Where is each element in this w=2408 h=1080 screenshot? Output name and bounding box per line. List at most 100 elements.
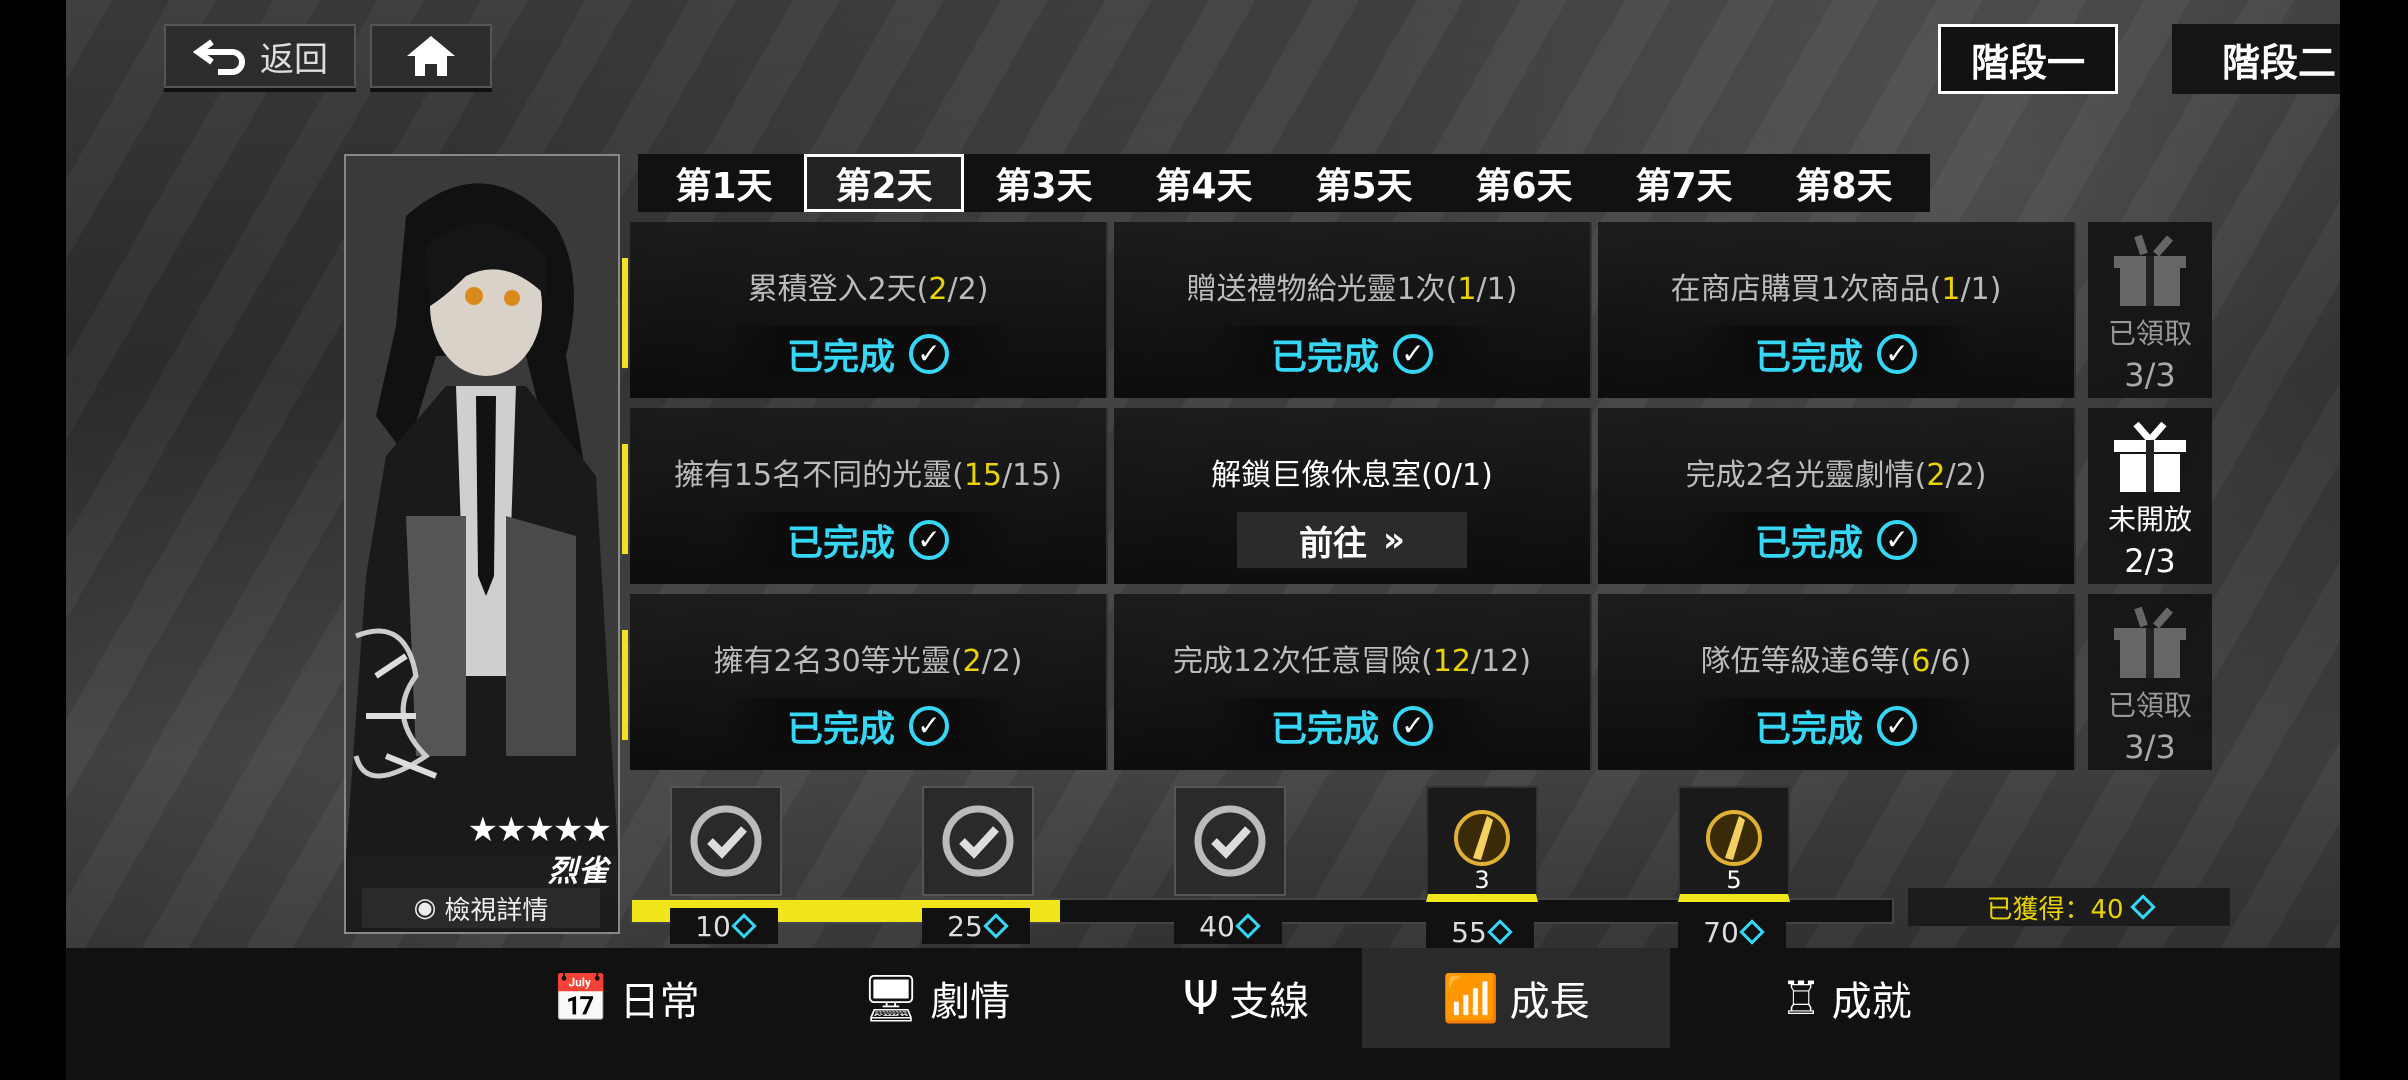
growth-icon: 📶 xyxy=(1442,970,1500,1025)
go-button[interactable]: 前往» xyxy=(1237,512,1467,572)
check-icon: ✓ xyxy=(909,520,949,560)
back-arrow-icon xyxy=(192,39,245,75)
item-quantity: 5 xyxy=(1726,866,1742,894)
milestone-box: 3 xyxy=(1426,786,1538,902)
gift-icon xyxy=(2114,606,2186,678)
reward-count: 3/3 xyxy=(2124,356,2176,394)
home-button[interactable] xyxy=(370,24,492,88)
calendar-icon: 📅 xyxy=(552,970,610,1025)
nav-label: 日常 xyxy=(619,979,700,1025)
reward-status: 已領取 xyxy=(2107,317,2192,350)
point-diamond-icon xyxy=(983,913,1009,939)
point-diamond-icon xyxy=(2129,894,2156,920)
tab-day-8[interactable]: 第8天 xyxy=(1764,154,1924,212)
task-description: 贈送禮物給光靈1次(1/1) xyxy=(1186,272,1518,307)
character-name: 烈雀 xyxy=(548,854,608,889)
bottom-navigation: 📅 日常 🖥 劇情 Ψ 支線 📶 成長 ♖ 成就 xyxy=(66,948,2340,1080)
character-card: ★★★★★ 烈雀 ◉ 檢視詳情 xyxy=(344,154,620,934)
task-card: 擁有2名30等光靈(2/2) 已完成 ✓ xyxy=(630,594,1108,770)
row-reward-box[interactable]: 已領取 3/3 xyxy=(2088,222,2212,398)
tab-day-5[interactable]: 第5天 xyxy=(1284,154,1444,212)
task-description: 隊伍等級達6等(6/6) xyxy=(1700,644,1972,679)
point-diamond-icon xyxy=(1235,913,1261,939)
task-status: 已完成 ✓ xyxy=(1691,326,1981,382)
home-icon xyxy=(407,36,455,76)
gift-icon xyxy=(2114,234,2186,306)
row-marker xyxy=(622,630,628,740)
tab-day-7[interactable]: 第7天 xyxy=(1604,154,1764,212)
nav-growth[interactable]: 📶 成長 xyxy=(1362,948,1670,1048)
row-reward-box[interactable]: 已領取 3/3 xyxy=(2088,594,2212,770)
claimed-check-icon xyxy=(942,805,1014,877)
milestone-reward[interactable]: 5 70 xyxy=(1678,786,1790,950)
milestone-reward[interactable]: 25 xyxy=(922,786,1034,944)
check-icon: ✓ xyxy=(1877,706,1917,746)
reward-count: 2/3 xyxy=(2124,542,2176,580)
task-card: 解鎖巨像休息室(0/1) 前往» xyxy=(1114,408,1592,584)
milestone-box: 5 xyxy=(1678,786,1790,902)
milestone-box xyxy=(670,786,782,896)
earned-points: 已獲得：40 xyxy=(1908,888,2230,926)
check-icon: ✓ xyxy=(1393,706,1433,746)
trophy-icon: ♖ xyxy=(1780,971,1822,1025)
milestone-points: 25 xyxy=(922,908,1030,944)
nav-daily[interactable]: 📅 日常 xyxy=(506,948,746,1048)
point-diamond-icon xyxy=(1739,919,1765,945)
milestone-reward[interactable]: 40 xyxy=(1174,786,1286,944)
task-description: 累積登入2天(2/2) xyxy=(747,272,989,307)
tab-day-6[interactable]: 第6天 xyxy=(1444,154,1604,212)
milestone-points: 70 xyxy=(1678,914,1786,950)
tab-day-3[interactable]: 第3天 xyxy=(964,154,1124,212)
task-status: 已完成 ✓ xyxy=(723,326,1013,382)
task-card: 完成2名光靈劇情(2/2) 已完成 ✓ xyxy=(1598,408,2076,584)
milestone-points: 55 xyxy=(1426,914,1534,950)
double-chevron-icon: » xyxy=(1383,520,1405,560)
reward-status: 未開放 xyxy=(2107,503,2192,536)
task-card: 隊伍等級達6等(6/6) 已完成 ✓ xyxy=(1598,594,2076,770)
event-screen: 返回 階段一 階段二 ★★★★★ 烈雀 ◉ 檢視詳情 第1天 第2天 第3天 第… xyxy=(66,0,2340,1080)
task-row: 擁有15名不同的光靈(15/15) 已完成 ✓ 解鎖巨像休息室(0/1) 前往» … xyxy=(622,408,2076,584)
milestone-reward[interactable]: 10 xyxy=(670,786,782,944)
claimed-check-icon xyxy=(1194,805,1266,877)
check-icon: ✓ xyxy=(909,334,949,374)
task-description: 擁有2名30等光靈(2/2) xyxy=(713,644,1023,679)
view-details-label: 檢視詳情 xyxy=(444,895,549,926)
row-reward-box[interactable]: 未開放 2/3 xyxy=(2088,408,2212,584)
task-description: 擁有15名不同的光靈(15/15) xyxy=(673,458,1063,493)
task-card: 完成12次任意冒險(12/12) 已完成 ✓ xyxy=(1114,594,1592,770)
back-button[interactable]: 返回 xyxy=(164,24,356,88)
task-description: 解鎖巨像休息室(0/1) xyxy=(1211,458,1493,493)
check-icon: ✓ xyxy=(909,706,949,746)
task-status: 已完成 ✓ xyxy=(1207,326,1497,382)
gift-icon xyxy=(2114,421,2186,492)
tab-day-4[interactable]: 第4天 xyxy=(1124,154,1284,212)
tab-day-2[interactable]: 第2天 xyxy=(804,154,964,212)
point-diamond-icon xyxy=(1487,919,1513,945)
day-tabs: 第1天 第2天 第3天 第4天 第5天 第6天 第7天 第8天 xyxy=(638,154,1930,212)
milestone-points: 10 xyxy=(670,908,778,944)
nav-achievement[interactable]: ♖ 成就 xyxy=(1726,948,1966,1048)
task-status: 已完成 ✓ xyxy=(1207,698,1497,754)
milestone-points: 40 xyxy=(1174,908,1282,944)
view-details-button[interactable]: ◉ 檢視詳情 xyxy=(362,888,600,928)
task-card: 累積登入2天(2/2) 已完成 ✓ xyxy=(630,222,1108,398)
tab-stage-two[interactable]: 階段二 xyxy=(2172,24,2340,94)
earned-points-label: 已獲得：40 xyxy=(1986,894,2124,925)
eye-icon: ◉ xyxy=(413,893,437,923)
reward-count: 3/3 xyxy=(2124,728,2176,766)
task-description: 在商店購買1次商品(1/1) xyxy=(1670,272,2002,307)
branch-icon: Ψ xyxy=(1182,971,1220,1025)
claimed-check-icon xyxy=(690,805,762,877)
milestone-reward[interactable]: 3 55 xyxy=(1426,786,1538,950)
task-row: 擁有2名30等光靈(2/2) 已完成 ✓ 完成12次任意冒險(12/12) 已完成… xyxy=(622,594,2076,770)
tab-day-1[interactable]: 第1天 xyxy=(644,154,804,212)
nav-branch[interactable]: Ψ 支線 xyxy=(1126,948,1366,1048)
reward-status: 已領取 xyxy=(2107,689,2192,722)
tab-stage-one[interactable]: 階段一 xyxy=(1938,24,2118,94)
point-diamond-icon xyxy=(731,913,757,939)
check-icon: ✓ xyxy=(1877,520,1917,560)
nav-label: 劇情 xyxy=(930,979,1011,1025)
nav-story[interactable]: 🖥 劇情 xyxy=(816,948,1056,1048)
nav-label: 支線 xyxy=(1229,979,1310,1025)
story-icon: 🖥 xyxy=(861,970,921,1025)
